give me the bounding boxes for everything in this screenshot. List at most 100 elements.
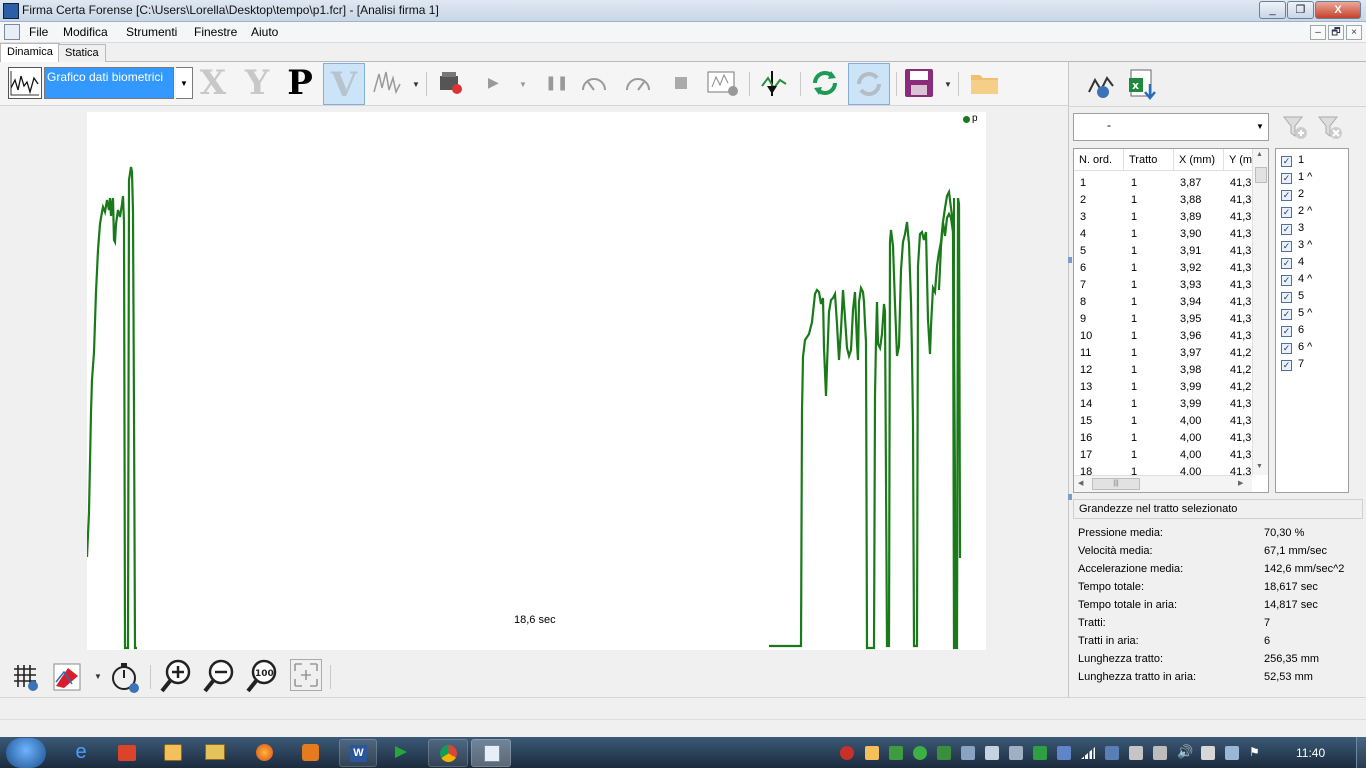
stroke-checkbox-item[interactable]: ✓ 5 ^ [1281,305,1312,322]
mdi-minimize-button[interactable]: – [1310,25,1326,40]
app-red-icon[interactable] [118,745,136,761]
checkbox-icon[interactable]: ✓ [1281,241,1292,252]
minimize-button[interactable]: _ [1259,1,1286,19]
pause-icon[interactable]: ❚❚ [545,74,568,91]
checkbox-icon[interactable]: ✓ [1281,258,1292,269]
column-header-y[interactable]: Y (m [1224,149,1254,171]
scroll-left-icon[interactable]: ◀ [1078,479,1083,487]
tray-monitor-icon[interactable] [1129,746,1143,760]
chevron-down-icon[interactable]: ▼ [412,80,420,89]
mdi-close-button[interactable]: × [1346,25,1362,40]
panel-splitter[interactable] [1068,494,1072,500]
tray-sync-icon[interactable] [1033,746,1047,760]
stroke-checkbox-item[interactable]: ✓ 4 ^ [1281,271,1312,288]
stroke-checkbox-item[interactable]: ✓ 2 ^ [1281,203,1312,220]
table-row[interactable]: 6 1 3,92 41,3 [1074,260,1254,277]
stroke-export-icon[interactable] [1085,70,1115,103]
table-row[interactable]: 14 1 3,99 41,3 [1074,396,1254,413]
table-row[interactable]: 5 1 3,91 41,3 [1074,243,1254,260]
column-header-stroke[interactable]: Tratto [1124,149,1174,171]
messenger-icon[interactable] [164,744,182,761]
table-row[interactable]: 3 1 3,89 41,3 [1074,209,1254,226]
chevron-down-icon[interactable]: ▼ [94,672,102,681]
menu-finestre[interactable]: Finestre [194,25,237,39]
checkbox-icon[interactable]: ✓ [1281,326,1292,337]
stroke-checkbox-item[interactable]: ✓ 3 ^ [1281,237,1312,254]
table-row[interactable]: 9 1 3,95 41,3 [1074,311,1254,328]
chevron-down-icon[interactable]: ▼ [519,80,527,89]
table-row[interactable]: 8 1 3,94 41,3 [1074,294,1254,311]
stroke-checkbox-item[interactable]: ✓ 2 [1281,186,1304,203]
chevron-down-icon[interactable]: ▼ [944,80,952,89]
stopwatch-icon[interactable] [108,660,142,697]
table-vertical-scrollbar[interactable]: ▲ ▼ [1252,149,1268,475]
scroll-right-icon[interactable]: ▶ [1238,479,1243,487]
scrollbar-thumb[interactable]: ||| [1092,478,1140,490]
checkbox-icon[interactable]: ✓ [1281,309,1292,320]
refresh-icon[interactable] [809,67,841,102]
panel-splitter[interactable] [1068,257,1072,263]
zoom-out-icon[interactable] [203,658,239,697]
tray-messenger-icon[interactable] [865,746,879,760]
tray-display-icon[interactable] [961,746,975,760]
media-player-icon[interactable] [302,744,319,761]
table-row[interactable]: 4 1 3,90 41,3 [1074,226,1254,243]
pressure-button[interactable]: P [286,64,314,102]
stroke-checkbox-item[interactable]: ✓ 3 [1281,220,1304,237]
stroke-checkbox-item[interactable]: ✓ 4 [1281,254,1304,271]
checkbox-icon[interactable]: ✓ [1281,224,1292,235]
menu-modifica[interactable]: Modifica [63,25,108,39]
tray-app-icon[interactable] [1225,746,1239,760]
menu-aiuto[interactable]: Aiuto [251,25,278,39]
zoom-in-icon[interactable] [160,658,196,697]
table-row[interactable]: 16 1 4,00 41,3 [1074,430,1254,447]
checkbox-icon[interactable]: ✓ [1281,173,1292,184]
zoom-100-icon[interactable]: 100 [246,658,282,697]
flag-app-icon[interactable] [395,746,407,758]
tray-device-icon[interactable] [1009,746,1023,760]
table-row[interactable]: 7 1 3,93 41,3 [1074,277,1254,294]
biometric-chart[interactable]: p 18,6 sec [85,112,986,650]
firma-certa-taskbar-button[interactable] [471,739,511,767]
checkbox-icon[interactable]: ✓ [1281,190,1292,201]
tray-antivirus-icon[interactable] [840,746,854,760]
word-taskbar-button[interactable]: W [339,739,377,767]
scroll-down-icon[interactable]: ▼ [1256,463,1263,470]
grid-toggle-icon[interactable] [11,662,41,695]
show-desktop-button[interactable] [1356,737,1366,768]
tray-app-icon[interactable] [1153,746,1167,760]
table-row[interactable]: 11 1 3,97 41,2 [1074,345,1254,362]
document-icon[interactable] [4,24,20,40]
checkbox-icon[interactable]: ✓ [1281,156,1292,167]
scrollbar-thumb[interactable] [1255,167,1267,183]
stroke-checkbox-item[interactable]: ✓ 6 ^ [1281,339,1312,356]
menu-file[interactable]: File [29,25,48,39]
table-row[interactable]: 13 1 3,99 41,2 [1074,379,1254,396]
tab-statica[interactable]: Statica [58,44,106,62]
start-button[interactable] [6,738,46,768]
chevron-down-icon[interactable]: ▼ [176,67,193,99]
internet-explorer-icon[interactable]: e [55,739,107,767]
tray-app-icon[interactable] [1105,746,1119,760]
maximize-button[interactable]: ❐ [1287,1,1314,19]
table-row[interactable]: 18 1 4,00 41,3 [1074,464,1254,475]
stroke-checkbox-item[interactable]: ✓ 7 [1281,356,1304,373]
stroke-checkbox-item[interactable]: ✓ 1 [1281,152,1304,169]
firefox-icon[interactable] [256,744,273,761]
stroke-checkbox-item[interactable]: ✓ 5 [1281,288,1304,305]
excel-export-icon[interactable]: x [1128,68,1158,103]
signature-color-icon[interactable] [52,662,86,695]
tray-app-icon[interactable] [889,746,903,760]
checkbox-icon[interactable]: ✓ [1281,360,1292,371]
table-row[interactable]: 2 1 3,88 41,3 [1074,192,1254,209]
menu-strumenti[interactable]: Strumenti [126,25,177,39]
column-header-order[interactable]: N. ord. [1074,149,1124,171]
action-center-flag-icon[interactable]: ⚑ [1249,745,1260,759]
tray-update-icon[interactable] [913,746,927,760]
tray-bluetooth-icon[interactable] [1057,746,1071,760]
table-horizontal-scrollbar[interactable]: ◀ ||| ▶ [1074,475,1252,492]
explorer-folder-icon[interactable] [205,744,225,760]
tab-dinamica[interactable]: Dinamica [0,43,60,62]
close-button[interactable]: X [1315,1,1361,19]
stop-icon[interactable] [675,77,687,89]
